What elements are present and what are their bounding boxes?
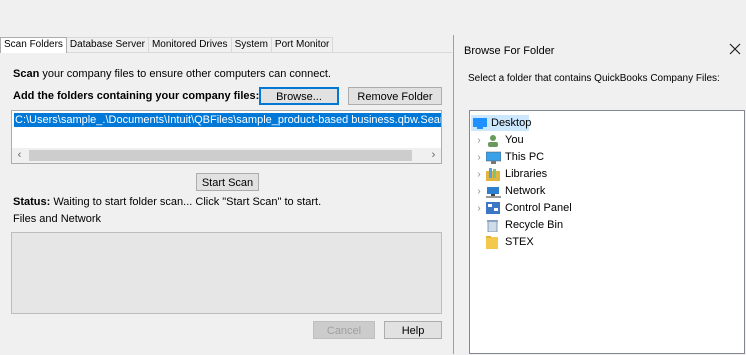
scan-intro-bold: Scan: [13, 68, 40, 80]
remove-folder-button[interactable]: Remove Folder: [348, 87, 442, 105]
tree-item-label: Libraries: [505, 168, 548, 180]
dialog-title: Browse For Folder: [464, 45, 555, 57]
tree-item-desktop[interactable]: Desktop: [471, 115, 532, 131]
tree-item-control-panel[interactable]: › Control Panel: [472, 200, 572, 216]
tree-item-label: Network: [505, 185, 546, 197]
scroll-right-icon[interactable]: ›: [426, 148, 441, 163]
tab-scan-folders[interactable]: Scan Folders: [0, 37, 67, 53]
tree-item-you[interactable]: › You: [472, 132, 524, 148]
cancel-button[interactable]: Cancel: [313, 321, 375, 339]
libraries-icon: [486, 167, 501, 181]
files-network-label: Files and Network: [13, 213, 102, 225]
browse-button[interactable]: Browse...: [259, 87, 339, 105]
status-text: Waiting to start folder scan... Click "S…: [50, 196, 322, 208]
scan-intro-text: your company files to ensure other compu…: [39, 68, 331, 80]
tree-item-label: Control Panel: [505, 202, 572, 214]
scan-intro: Scan your company files to ensure other …: [13, 68, 331, 80]
expand-chevron-icon[interactable]: ›: [472, 152, 486, 163]
folder-list[interactable]: C:\Users\sample_.\Documents\Intuit\QBFil…: [11, 110, 442, 164]
dialog-instruction: Select a folder that contains QuickBooks…: [468, 73, 720, 84]
scrollbar-thumb[interactable]: [29, 150, 412, 161]
folder-icon: [486, 235, 501, 249]
tree-item-label: You: [505, 134, 524, 146]
tab-monitored-drives[interactable]: Monitored Drives: [147, 37, 232, 52]
computer-icon: [485, 151, 502, 164]
desktop-icon: [473, 117, 487, 130]
start-scan-button[interactable]: Start Scan: [196, 173, 259, 191]
folder-tree[interactable]: Desktop › You › This PC › Libraries › Ne…: [469, 110, 745, 354]
status-label: Status:: [13, 196, 51, 208]
tree-item-network[interactable]: › Network: [472, 183, 545, 199]
tab-strip: Scan Folders Database Server Monitored D…: [0, 37, 334, 53]
status-line: Status: Waiting to start folder scan... …: [13, 196, 321, 208]
recycle-bin-icon: [486, 219, 501, 232]
expand-chevron-icon[interactable]: ›: [472, 203, 486, 214]
tab-database-server[interactable]: Database Server: [65, 37, 149, 52]
network-icon: [486, 185, 501, 198]
tree-item-stex[interactable]: STEX: [472, 234, 534, 250]
tab-system[interactable]: System: [230, 37, 272, 52]
expand-chevron-icon[interactable]: ›: [472, 186, 486, 197]
tab-port-monitor[interactable]: Port Monitor: [270, 37, 334, 52]
expand-chevron-icon[interactable]: ›: [472, 169, 486, 180]
expand-chevron-icon[interactable]: ›: [472, 135, 486, 146]
control-panel-icon: [486, 201, 501, 215]
tree-item-this-pc[interactable]: › This PC: [472, 149, 544, 165]
tree-item-label: STEX: [505, 236, 534, 248]
tree-item-label: Recycle Bin: [505, 219, 564, 231]
close-icon[interactable]: [727, 41, 743, 57]
tree-item-label: Desktop: [491, 117, 532, 129]
horizontal-scrollbar[interactable]: ‹ ›: [12, 148, 441, 163]
tree-item-recycle-bin[interactable]: Recycle Bin: [472, 217, 563, 233]
tree-item-label: This PC: [505, 151, 545, 163]
files-network-area: [11, 232, 442, 314]
add-folders-label: Add the folders containing your company …: [13, 90, 260, 102]
help-button[interactable]: Help: [384, 321, 442, 339]
browse-for-folder-dialog: Browse For Folder Select a folder that c…: [453, 35, 746, 354]
scroll-left-icon[interactable]: ‹: [12, 148, 27, 163]
tree-item-libraries[interactable]: › Libraries: [472, 166, 547, 182]
folder-path-item[interactable]: C:\Users\sample_.\Documents\Intuit\QBFil…: [14, 113, 441, 127]
user-icon: [486, 134, 501, 147]
